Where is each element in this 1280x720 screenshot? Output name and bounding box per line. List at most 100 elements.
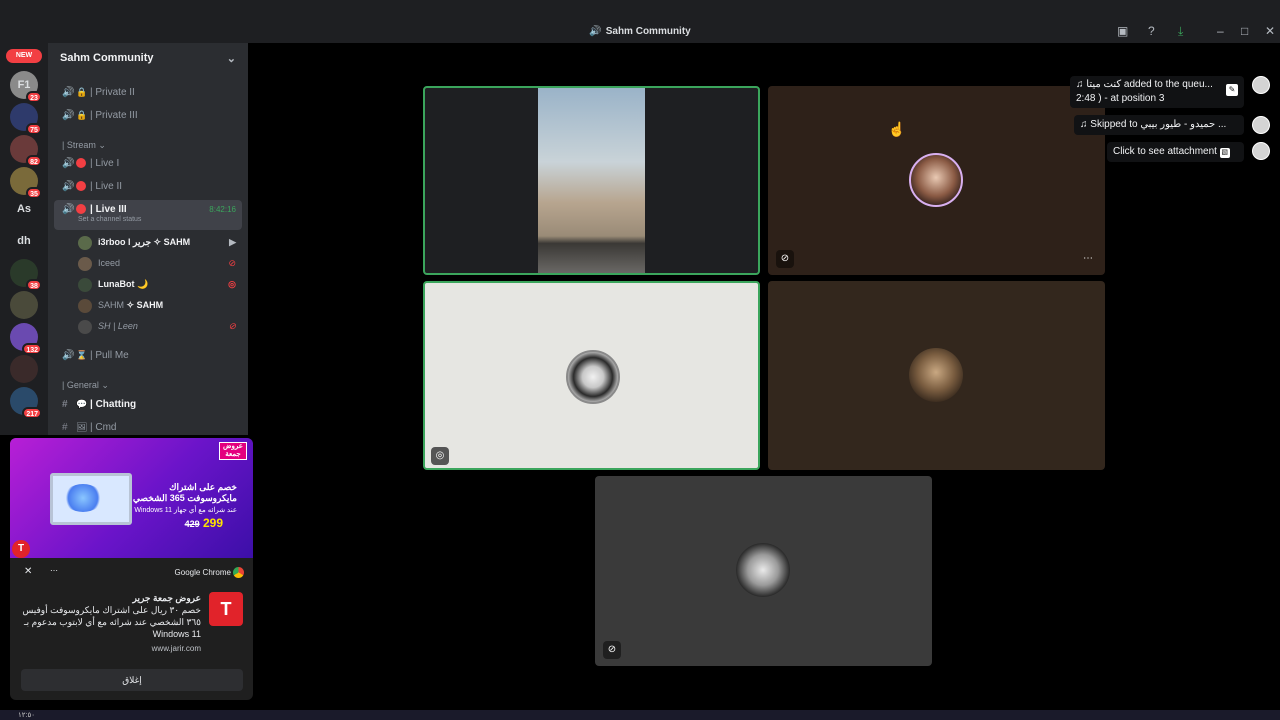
channel-live-ii[interactable]: 🔊 | Live II bbox=[54, 177, 242, 197]
avatar bbox=[78, 277, 92, 292]
speaker-icon: 🔊 bbox=[62, 158, 75, 169]
server-icon[interactable]: dh bbox=[10, 227, 38, 255]
taskbar: ١٢:٥٠ bbox=[0, 710, 1280, 720]
avatar bbox=[78, 235, 92, 250]
server-icon[interactable]: F1 23 bbox=[10, 71, 42, 103]
server-icon[interactable]: 82 bbox=[10, 135, 42, 167]
channel-pull-me[interactable]: 🔊 ⌛ | Pull Me bbox=[54, 345, 242, 365]
avatar bbox=[78, 319, 92, 334]
video-tile[interactable] bbox=[423, 86, 760, 275]
title-bar: 🔊 Sahm Community ▣ ? ⤓ – □ ✕ bbox=[0, 0, 1280, 43]
server-icon[interactable] bbox=[10, 291, 38, 319]
ad-price: 429 299 bbox=[184, 516, 223, 530]
video-stream bbox=[538, 88, 645, 273]
ad-banner[interactable]: عروض جمعة خصم على اشتراك مايكروسوفت 365 … bbox=[10, 438, 253, 558]
channel-status[interactable]: Set a channel status bbox=[78, 210, 141, 230]
speaker-icon: 🔊 bbox=[62, 110, 75, 121]
mouse-cursor: ☝ bbox=[888, 121, 906, 137]
more-icon[interactable]: ⋯ bbox=[1079, 250, 1097, 268]
user-tile[interactable]: ◎ bbox=[423, 281, 760, 470]
channel-live-i[interactable]: 🔊 | Live I bbox=[54, 154, 242, 174]
jarir-logo-icon: T bbox=[209, 592, 243, 626]
deafened-icon: ◎ bbox=[228, 279, 236, 289]
lock-icon: 🔒 bbox=[76, 110, 88, 120]
speaker-icon: 🔊 bbox=[62, 181, 75, 192]
more-icon[interactable]: ⋯ bbox=[50, 566, 58, 575]
inbox-icon[interactable]: ▣ bbox=[1117, 24, 1128, 38]
server-icon[interactable]: 35 bbox=[10, 167, 42, 199]
notification-header: ✕ ⋯ Google Chrome bbox=[10, 566, 253, 580]
laptop-image bbox=[50, 473, 132, 525]
deafened-icon: ◎ bbox=[431, 447, 449, 465]
hash-icon: # bbox=[62, 399, 68, 410]
server-icon[interactable]: As bbox=[10, 195, 38, 223]
jarir-logo-icon: T bbox=[12, 540, 30, 558]
server-list: NEW F1 23 75 82 35 As dh 38 132 217 bbox=[0, 43, 48, 435]
help-icon[interactable]: ? bbox=[1148, 24, 1155, 38]
speech-bubble-icon: 💬 bbox=[76, 399, 88, 409]
category-stream[interactable]: | Stream ⌄+ bbox=[62, 140, 106, 151]
muted-icon: ⊘ bbox=[776, 250, 794, 268]
edit-icon: ✎ bbox=[1226, 84, 1238, 96]
close-icon[interactable]: ✕ bbox=[1265, 24, 1275, 38]
avatar bbox=[1252, 76, 1270, 94]
server-icon[interactable] bbox=[10, 355, 38, 383]
muted-icon: ⊘ bbox=[228, 258, 236, 268]
server-header[interactable]: Sahm Community ⌄ bbox=[48, 43, 248, 75]
server-icon[interactable]: 75 bbox=[10, 103, 42, 135]
notification-site: www.jarir.com bbox=[151, 644, 201, 653]
muted-icon: ⊘ bbox=[228, 321, 236, 331]
server-icon[interactable]: 217 bbox=[10, 387, 42, 419]
avatar bbox=[78, 256, 92, 271]
user-tile[interactable]: ⊘ ⋯ bbox=[768, 86, 1105, 275]
user-tile[interactable] bbox=[768, 281, 1105, 470]
chrome-icon bbox=[233, 567, 244, 578]
window-title: 🔊 Sahm Community bbox=[589, 26, 691, 37]
voice-member[interactable]: SAHM ✧ SAHM bbox=[78, 296, 242, 314]
new-badge[interactable]: NEW bbox=[6, 49, 42, 63]
voice-member[interactable]: LunaBot 🌙 ◎ bbox=[78, 275, 242, 293]
close-icon[interactable]: ✕ bbox=[24, 566, 32, 577]
channel-live-iii[interactable]: 🔊 | Live III 8:42:16 Set a channel status bbox=[54, 200, 242, 230]
lock-icon: 🔒 bbox=[76, 87, 88, 97]
live-dot-icon bbox=[76, 181, 86, 192]
video-icon: ▶ bbox=[229, 237, 236, 247]
category-general[interactable]: | General ⌄+ bbox=[62, 380, 109, 391]
server-icon[interactable]: 132 bbox=[10, 323, 42, 355]
server-icon[interactable]: 38 bbox=[10, 259, 42, 291]
avatar bbox=[566, 350, 620, 404]
chevron-down-icon: ⌄ bbox=[226, 53, 236, 65]
avatar bbox=[1252, 116, 1270, 134]
channel-sidebar: Sahm Community ⌄ 🔊 🔒 | Private II 🔊 🔒 | Priva… bbox=[48, 43, 248, 435]
attachment-notification[interactable]: Click to see attachment ▧ bbox=[1107, 142, 1244, 162]
music-note-icon: ♫ bbox=[1080, 119, 1088, 130]
music-queue-notification[interactable]: ♫ كنت ميتا added to the queu... 2:48 ) -… bbox=[1070, 76, 1244, 108]
maximize-icon[interactable]: □ bbox=[1241, 24, 1248, 38]
voice-member[interactable]: i3rboo l جرير ✧ SAHM ▶ bbox=[78, 233, 242, 251]
avatar bbox=[78, 298, 92, 313]
channel-chatting[interactable]: # 💬 | Chatting bbox=[54, 394, 242, 414]
avatar bbox=[736, 543, 790, 597]
chrome-notification[interactable]: عروض جمعة خصم على اشتراك مايكروسوفت 365 … bbox=[10, 438, 253, 700]
clock: ١٢:٥٠ bbox=[18, 712, 35, 719]
download-icon[interactable]: ⤓ bbox=[1178, 24, 1183, 39]
minimize-icon[interactable]: – bbox=[1217, 24, 1224, 38]
dismiss-button[interactable]: إغلاق bbox=[21, 669, 243, 691]
speaker-icon: 🔊 bbox=[62, 87, 75, 98]
music-note-icon: ♫ bbox=[1076, 79, 1084, 90]
offer-tag: عروض جمعة bbox=[219, 442, 247, 460]
muted-icon: ⊘ bbox=[603, 641, 621, 659]
user-tile[interactable]: ⊘ bbox=[595, 476, 932, 666]
music-skip-notification[interactable]: ♫ Skipped to حميدو - طيور بيبي ... bbox=[1074, 115, 1244, 135]
speaker-icon: 🔊 bbox=[62, 204, 75, 215]
hourglass-icon: ⌛ bbox=[76, 350, 88, 360]
voice-member[interactable]: Iceed ⊘ bbox=[78, 254, 242, 272]
hash-icon: # bbox=[62, 422, 68, 433]
channel-private-ii[interactable]: 🔊 🔒 | Private II bbox=[54, 82, 242, 102]
channel-cmd[interactable]: # 🖼 | Cmd bbox=[54, 417, 242, 435]
voice-member[interactable]: SH | Leen ⊘ bbox=[78, 317, 242, 335]
notification-body: عروض جمعة جرير خصم ٣٠ ريال على اشتراك ما… bbox=[22, 593, 201, 639]
channel-private-iii[interactable]: 🔊 🔒 | Private III bbox=[54, 105, 242, 125]
avatar bbox=[909, 348, 963, 402]
live-dot-icon bbox=[76, 158, 86, 169]
